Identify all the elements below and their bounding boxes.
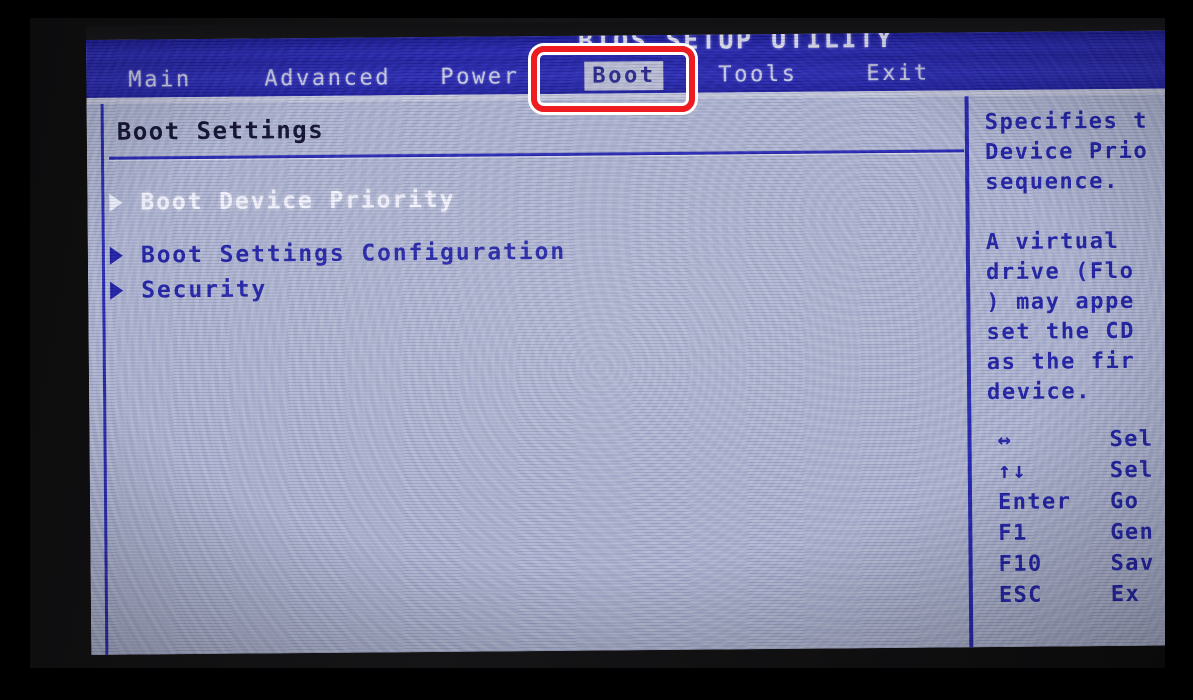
photo-bottom-letterbox (0, 668, 1193, 700)
legend-description: Ex (1110, 581, 1141, 608)
photo-right-letterbox (1165, 0, 1193, 700)
bios-screen: BIOS SETUP UTILITY Main Advanced Power B… (86, 30, 1193, 655)
legend-row-select-screen: ↔ Sel (997, 424, 1153, 456)
legend-row-esc: ESC Ex (999, 579, 1155, 611)
legend-description: Sel (1109, 426, 1154, 453)
help-line: Specifies t (984, 108, 1149, 136)
help-line: ) may appe (986, 288, 1135, 316)
photo-left-letterbox (0, 0, 30, 700)
enter-key-label: Enter (997, 489, 1072, 516)
photo-frame: BIOS SETUP UTILITY Main Advanced Power B… (0, 0, 1193, 700)
tab-main[interactable]: Main (120, 65, 200, 95)
help-line: Device Prio (984, 138, 1149, 166)
up-down-arrow-icon: ↑↓ (997, 458, 1028, 485)
help-line: as the fir (986, 348, 1136, 376)
esc-key-label: ESC (998, 582, 1043, 609)
photo-top-letterbox (0, 0, 1193, 18)
menu-item-boot-device-priority[interactable]: Boot Device Priority (109, 187, 455, 216)
bios-setup-utility: BIOS SETUP UTILITY Main Advanced Power B… (86, 30, 1193, 655)
help-line: device. (987, 379, 1092, 406)
key-legend: ↔ Sel ↑↓ Sel Enter Go F1 Gen F10 Sav ESC… (997, 424, 1155, 611)
legend-description: Gen (1110, 519, 1155, 546)
section-title: Boot Settings (116, 115, 325, 146)
help-pane: Specifies t Device Prio sequence. A virt… (985, 106, 1193, 409)
menu-item-label: Security (141, 276, 268, 304)
help-paragraph-gap (985, 196, 1193, 229)
tab-boot[interactable]: Boot (584, 60, 664, 91)
legend-description: Sel (1109, 457, 1154, 484)
f1-key-label: F1 (998, 520, 1028, 547)
legend-description: Go (1109, 488, 1140, 515)
f10-key-label: F10 (998, 551, 1043, 578)
legend-row-enter: Enter Go (998, 486, 1154, 518)
submenu-arrow-icon (109, 193, 123, 212)
help-line: drive (Flo (985, 258, 1135, 286)
menu-item-label: Boot Device Priority (140, 186, 456, 216)
monitor-photo: BIOS SETUP UTILITY Main Advanced Power B… (0, 0, 1193, 700)
tab-power[interactable]: Power (432, 62, 527, 92)
legend-row-f10: F10 Sav (998, 548, 1155, 580)
legend-description: Sav (1110, 550, 1155, 577)
submenu-arrow-icon (109, 246, 123, 265)
legend-row-select-item: ↑↓ Sel (998, 455, 1154, 487)
help-line: A virtual (985, 228, 1135, 256)
menu-item-boot-settings-configuration[interactable]: Boot Settings Configuration (109, 238, 567, 269)
tab-exit[interactable]: Exit (858, 59, 938, 89)
tab-advanced[interactable]: Advanced (256, 63, 399, 93)
tab-tools[interactable]: Tools (710, 60, 805, 90)
legend-row-f1: F1 Gen (998, 517, 1154, 549)
left-right-arrow-icon: ↔ (997, 427, 1013, 454)
submenu-arrow-icon (110, 281, 124, 300)
help-line: sequence. (985, 168, 1119, 196)
menu-item-label: Boot Settings Configuration (140, 238, 567, 269)
menu-item-security[interactable]: Security (110, 276, 268, 304)
help-line: set the CD (986, 318, 1136, 346)
